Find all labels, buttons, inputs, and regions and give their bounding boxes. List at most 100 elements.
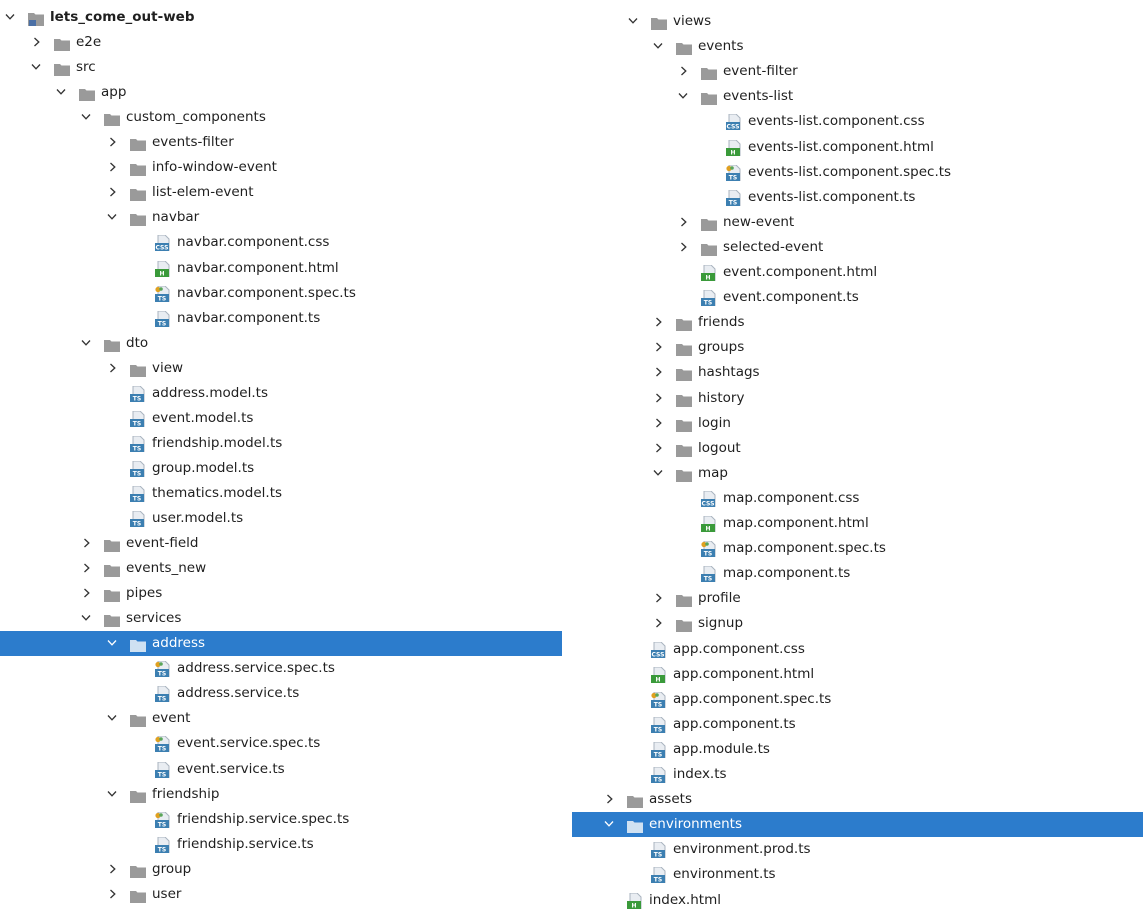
tree-folder-services[interactable]: services bbox=[0, 606, 562, 631]
tree-file-user-model-ts[interactable]: TS user.model.ts bbox=[0, 506, 562, 531]
tree-file-group-model-ts[interactable]: TS group.model.ts bbox=[0, 456, 562, 481]
tree-folder-pipes[interactable]: pipes bbox=[0, 581, 562, 606]
tree-folder-friends[interactable]: friends bbox=[572, 310, 1143, 335]
chevron-down-icon[interactable] bbox=[79, 606, 93, 631]
tree-file-friendship-model-ts[interactable]: TS friendship.model.ts bbox=[0, 431, 562, 456]
chevron-right-icon[interactable] bbox=[79, 556, 93, 581]
chevron-down-icon[interactable] bbox=[105, 205, 119, 230]
chevron-right-icon[interactable] bbox=[105, 155, 119, 180]
tree-file-map-component-ts[interactable]: TS map.component.ts bbox=[572, 561, 1143, 586]
tree-file-environment-prod-ts[interactable]: TS environment.prod.ts bbox=[572, 837, 1143, 862]
chevron-right-icon[interactable] bbox=[676, 59, 690, 84]
tree-file-map-component-spec-ts[interactable]: TS map.component.spec.ts bbox=[572, 536, 1143, 561]
tree-folder-custom-components[interactable]: custom_components bbox=[0, 105, 562, 130]
chevron-down-icon[interactable] bbox=[54, 80, 68, 105]
chevron-down-icon[interactable] bbox=[602, 812, 616, 837]
chevron-right-icon[interactable] bbox=[676, 235, 690, 260]
chevron-down-icon[interactable] bbox=[651, 461, 665, 486]
tree-folder-events[interactable]: events bbox=[572, 34, 1143, 59]
tree-folder-info-window-event[interactable]: info-window-event bbox=[0, 155, 562, 180]
tree-file-event-service-spec-ts[interactable]: TS event.service.spec.ts bbox=[0, 731, 562, 756]
tree-file-navbar-component-ts[interactable]: TS navbar.component.ts bbox=[0, 306, 562, 331]
chevron-right-icon[interactable] bbox=[79, 531, 93, 556]
tree-file-app-component-spec-ts[interactable]: TS app.component.spec.ts bbox=[572, 687, 1143, 712]
tree-folder-events-filter[interactable]: events-filter bbox=[0, 130, 562, 155]
tree-folder-address[interactable]: address bbox=[0, 631, 562, 657]
tree-folder-events-list[interactable]: events-list bbox=[572, 84, 1143, 109]
chevron-right-icon[interactable] bbox=[676, 210, 690, 235]
chevron-down-icon[interactable] bbox=[3, 5, 17, 30]
chevron-down-icon[interactable] bbox=[79, 331, 93, 356]
tree-file-friendship-service-spec-ts[interactable]: TS friendship.service.spec.ts bbox=[0, 807, 562, 832]
chevron-right-icon[interactable] bbox=[651, 611, 665, 636]
chevron-right-icon[interactable] bbox=[105, 356, 119, 381]
chevron-right-icon[interactable] bbox=[651, 360, 665, 385]
tree-file-navbar-component-css[interactable]: CSS navbar.component.css bbox=[0, 230, 562, 255]
tree-file-event-component-ts[interactable]: TS event.component.ts bbox=[572, 285, 1143, 310]
tree-file-app-component-html[interactable]: Happ.component.html bbox=[572, 662, 1143, 687]
chevron-right-icon[interactable] bbox=[105, 180, 119, 205]
tree-folder-group[interactable]: group bbox=[0, 857, 562, 882]
tree-folder-views[interactable]: views bbox=[572, 9, 1143, 34]
chevron-down-icon[interactable] bbox=[105, 631, 119, 656]
chevron-down-icon[interactable] bbox=[105, 782, 119, 807]
tree-file-app-module-ts[interactable]: TS app.module.ts bbox=[572, 737, 1143, 762]
tree-folder-event[interactable]: event bbox=[0, 706, 562, 731]
tree-file-event-service-ts[interactable]: TS event.service.ts bbox=[0, 757, 562, 782]
tree-folder-environments[interactable]: environments bbox=[572, 812, 1143, 838]
tree-folder-history[interactable]: history bbox=[572, 386, 1143, 411]
chevron-down-icon[interactable] bbox=[29, 55, 43, 80]
tree-folder-src[interactable]: src bbox=[0, 55, 562, 80]
tree-file-navbar-component-spec-ts[interactable]: TS navbar.component.spec.ts bbox=[0, 281, 562, 306]
tree-folder-user[interactable]: user bbox=[0, 882, 562, 907]
tree-file-map-component-html[interactable]: Hmap.component.html bbox=[572, 511, 1143, 536]
tree-file-environment-ts[interactable]: TS environment.ts bbox=[572, 862, 1143, 887]
chevron-right-icon[interactable] bbox=[651, 436, 665, 461]
tree-folder-groups[interactable]: groups bbox=[572, 335, 1143, 360]
tree-folder-signup[interactable]: signup bbox=[572, 611, 1143, 636]
tree-folder-view[interactable]: view bbox=[0, 356, 562, 381]
tree-folder-logout[interactable]: logout bbox=[572, 436, 1143, 461]
tree-file-events-list-component-ts[interactable]: TS events-list.component.ts bbox=[572, 185, 1143, 210]
chevron-down-icon[interactable] bbox=[676, 84, 690, 109]
tree-file-address-model-ts[interactable]: TS address.model.ts bbox=[0, 381, 562, 406]
tree-folder-friendship[interactable]: friendship bbox=[0, 782, 562, 807]
chevron-right-icon[interactable] bbox=[651, 310, 665, 335]
tree-folder-navbar[interactable]: navbar bbox=[0, 205, 562, 230]
tree-file-address-service-ts[interactable]: TS address.service.ts bbox=[0, 681, 562, 706]
tree-file-event-component-html[interactable]: Hevent.component.html bbox=[572, 260, 1143, 285]
tree-folder-lets-come-out-web[interactable]: lets_come_out-web bbox=[0, 5, 562, 30]
tree-file-friendship-service-ts[interactable]: TS friendship.service.ts bbox=[0, 832, 562, 857]
tree-file-app-component-css[interactable]: CSS app.component.css bbox=[572, 637, 1143, 662]
tree-folder-events-new[interactable]: events_new bbox=[0, 556, 562, 581]
tree-file-events-list-component-html[interactable]: Hevents-list.component.html bbox=[572, 135, 1143, 160]
tree-file-index-html[interactable]: Hindex.html bbox=[572, 888, 1143, 913]
chevron-right-icon[interactable] bbox=[105, 882, 119, 907]
tree-folder-list-elem-event[interactable]: list-elem-event bbox=[0, 180, 562, 205]
chevron-right-icon[interactable] bbox=[651, 586, 665, 611]
chevron-right-icon[interactable] bbox=[29, 30, 43, 55]
chevron-down-icon[interactable] bbox=[105, 706, 119, 731]
tree-file-navbar-component-html[interactable]: Hnavbar.component.html bbox=[0, 256, 562, 281]
chevron-right-icon[interactable] bbox=[79, 581, 93, 606]
tree-folder-e2e[interactable]: e2e bbox=[0, 30, 562, 55]
tree-folder-dto[interactable]: dto bbox=[0, 331, 562, 356]
tree-file-events-list-component-css[interactable]: CSS events-list.component.css bbox=[572, 109, 1143, 134]
tree-folder-new-event[interactable]: new-event bbox=[572, 210, 1143, 235]
chevron-right-icon[interactable] bbox=[105, 857, 119, 882]
chevron-right-icon[interactable] bbox=[651, 335, 665, 360]
tree-file-event-model-ts[interactable]: TS event.model.ts bbox=[0, 406, 562, 431]
chevron-down-icon[interactable] bbox=[651, 34, 665, 59]
tree-file-events-list-component-spec-ts[interactable]: TS events-list.component.spec.ts bbox=[572, 160, 1143, 185]
tree-file-map-component-css[interactable]: CSS map.component.css bbox=[572, 486, 1143, 511]
chevron-down-icon[interactable] bbox=[626, 9, 640, 34]
tree-folder-map[interactable]: map bbox=[572, 461, 1143, 486]
tree-folder-login[interactable]: login bbox=[572, 411, 1143, 436]
chevron-right-icon[interactable] bbox=[105, 130, 119, 155]
tree-folder-event-field[interactable]: event-field bbox=[0, 531, 562, 556]
tree-folder-assets[interactable]: assets bbox=[572, 787, 1143, 812]
chevron-right-icon[interactable] bbox=[651, 386, 665, 411]
tree-file-index-ts[interactable]: TS index.ts bbox=[572, 762, 1143, 787]
tree-folder-event-filter[interactable]: event-filter bbox=[572, 59, 1143, 84]
tree-file-app-component-ts[interactable]: TS app.component.ts bbox=[572, 712, 1143, 737]
